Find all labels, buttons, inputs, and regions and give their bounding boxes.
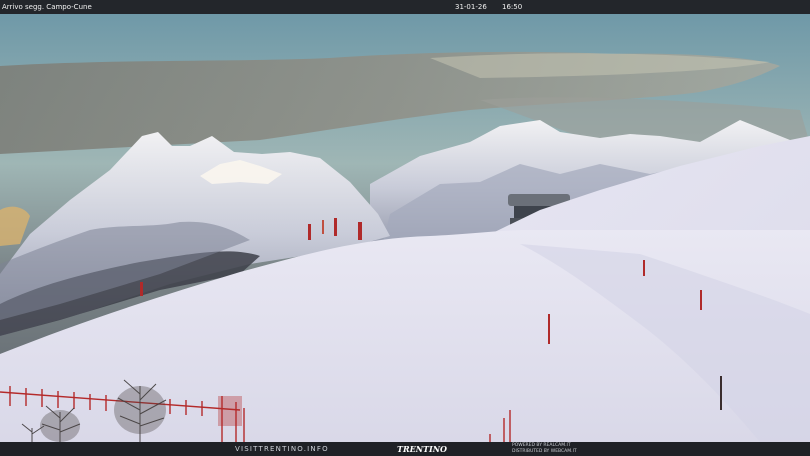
capture-time: 16:50 (502, 3, 523, 11)
camera-location: Arrivo segg. Campo-Cune (2, 3, 92, 11)
distributed-by-credit: DISTRIBUTED BY WEBCAM.IT (512, 449, 577, 454)
trentino-logo: TRENTINO (397, 444, 447, 454)
powered-by-credit: POWERED BY REALCAM.IT (512, 443, 571, 448)
webcam-info-bar: Arrivo segg. Campo-Cune 31-01-26 16:50 (0, 0, 810, 14)
site-link[interactable]: VISITTRENTINO.INFO (235, 442, 329, 456)
tree-crown (114, 386, 166, 434)
fence-netting (218, 396, 242, 426)
credits: POWERED BY REALCAM.IT DISTRIBUTED BY WEB… (512, 443, 577, 455)
webcam-footer: VISITTRENTINO.INFO TRENTINO POWERED BY R… (0, 442, 810, 456)
tree-crown-small (40, 410, 80, 442)
capture-date: 31-01-26 (455, 3, 487, 11)
webcam-image (0, 14, 810, 442)
